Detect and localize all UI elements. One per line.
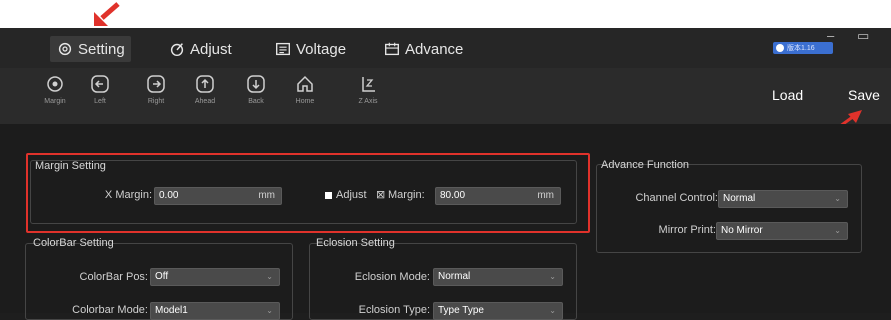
- adjust-icon: [170, 43, 184, 57]
- highlight-box: [26, 153, 590, 233]
- chevron-down-icon: ⌄: [549, 272, 556, 281]
- eclosion-mode-label: Eclosion Mode:: [354, 271, 430, 283]
- tab-label: Setting: [78, 40, 125, 58]
- channel-control-label: Channel Control:: [635, 192, 718, 204]
- eclosion-setting-title: Eclosion Setting: [316, 237, 395, 249]
- advance-function-title: Advance Function: [601, 159, 690, 171]
- advance-icon: [385, 42, 399, 56]
- colorbar-mode-label: Colorbar Mode:: [72, 304, 148, 316]
- channel-control-select[interactable]: Normal ⌄: [718, 190, 848, 208]
- ahead-tool-button[interactable]: Ahead: [185, 74, 225, 106]
- tool-label: Z Axis: [358, 98, 378, 105]
- save-button[interactable]: Save: [848, 87, 880, 103]
- eclosion-type-value: Type Type: [438, 305, 484, 316]
- tool-label: Left: [94, 98, 106, 105]
- margin-tool-button[interactable]: Margin: [35, 74, 75, 106]
- home-tool-button[interactable]: Home: [285, 74, 325, 106]
- tab-advance[interactable]: Advance: [383, 36, 463, 62]
- chevron-down-icon: ⌄: [266, 272, 273, 281]
- arrow-left-icon: [91, 75, 109, 93]
- tab-adjust[interactable]: Adjust: [168, 36, 232, 62]
- left-tool-button[interactable]: Left: [80, 74, 120, 106]
- eclosion-mode-select[interactable]: Normal ⌄: [433, 268, 563, 286]
- version-badge: 版本1.16: [773, 42, 833, 54]
- tool-label: Back: [248, 98, 264, 105]
- z-axis-icon: [362, 77, 375, 92]
- annotation-arrow-icon: [94, 2, 120, 26]
- toolbar: Margin Left Right Ahead Back Home Z Axis…: [0, 68, 891, 124]
- colorbar-pos-label: ColorBar Pos:: [79, 271, 148, 283]
- badge-logo-icon: [776, 44, 784, 52]
- eclosion-type-select[interactable]: Type Type ⌄: [433, 302, 563, 320]
- badge-text: 版本1.16: [787, 45, 815, 52]
- colorbar-pos-select[interactable]: Off ⌄: [150, 268, 280, 286]
- eclosion-mode-value: Normal: [438, 271, 471, 282]
- right-tool-button[interactable]: Right: [136, 74, 176, 106]
- colorbar-mode-select[interactable]: Model1 ⌄: [150, 302, 280, 320]
- voltage-icon: [276, 42, 290, 56]
- mirror-print-select[interactable]: No Mirror ⌄: [716, 222, 848, 240]
- chevron-down-icon: ⌄: [549, 306, 556, 315]
- arrow-right-icon: [147, 75, 165, 93]
- tool-label: Ahead: [194, 98, 216, 105]
- top-margin: [0, 0, 891, 28]
- colorbar-setting-title: ColorBar Setting: [33, 237, 114, 249]
- home-icon: [297, 75, 313, 92]
- maximize-button[interactable]: ▭: [857, 28, 869, 44]
- colorbar-pos-value: Off: [155, 271, 169, 282]
- tab-label: Adjust: [190, 40, 232, 58]
- mirror-print-label: Mirror Print:: [658, 224, 716, 236]
- tab-label: Voltage: [296, 40, 347, 58]
- mirror-print-value: No Mirror: [721, 225, 763, 236]
- z-axis-tool-button[interactable]: Z Axis: [348, 74, 388, 106]
- chevron-down-icon: ⌄: [266, 306, 273, 315]
- tool-label: Right: [147, 98, 165, 105]
- colorbar-mode-value: Model1: [155, 305, 188, 316]
- minimize-button[interactable]: –: [827, 28, 834, 43]
- tool-label: Home: [295, 98, 315, 105]
- title-bar: Setting Adjust Voltage Advance – ▭ 版本1.1…: [0, 28, 891, 68]
- tool-label: Margin: [44, 98, 66, 105]
- tab-voltage[interactable]: Voltage: [274, 36, 346, 62]
- back-tool-button[interactable]: Back: [236, 74, 276, 106]
- arrow-up-icon: [196, 75, 214, 93]
- tab-setting[interactable]: Setting: [50, 36, 131, 62]
- arrow-down-icon: [247, 75, 265, 93]
- chevron-down-icon: ⌄: [834, 226, 841, 235]
- load-button[interactable]: Load: [772, 87, 803, 103]
- eclosion-type-label: Eclosion Type:: [358, 304, 430, 316]
- chevron-down-icon: ⌄: [834, 194, 841, 203]
- target-icon: [47, 76, 63, 92]
- channel-control-value: Normal: [723, 193, 756, 204]
- gear-icon: [58, 42, 72, 56]
- tab-label: Advance: [405, 40, 464, 58]
